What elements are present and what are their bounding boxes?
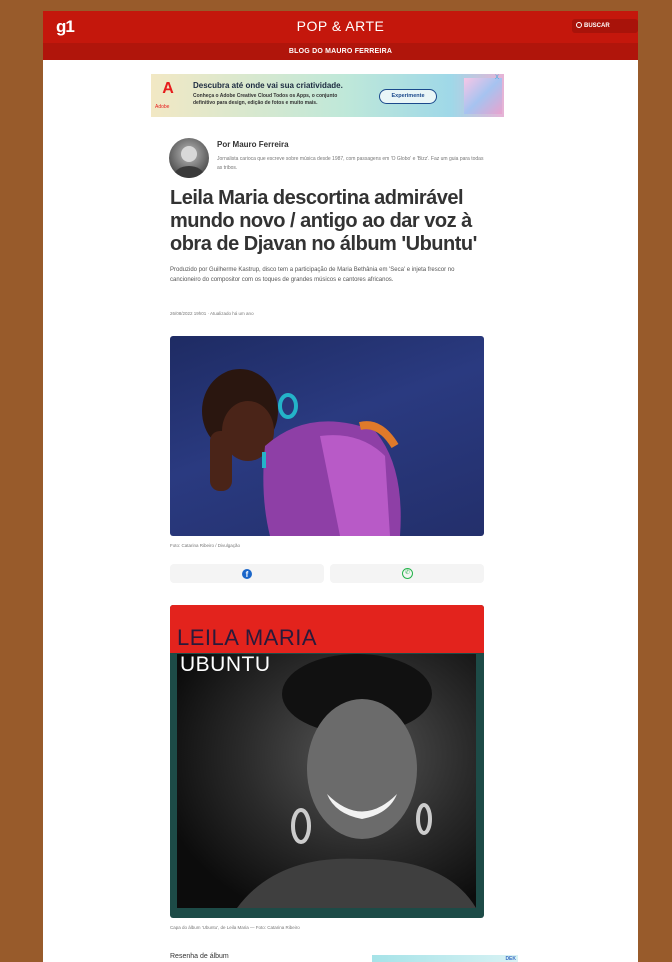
- search-button[interactable]: BUSCAR: [572, 19, 638, 33]
- adobe-ad-banner[interactable]: A Adobe Descubra até onde vai sua criati…: [151, 74, 504, 117]
- share-facebook-button[interactable]: f: [170, 564, 324, 583]
- article-photo[interactable]: [170, 336, 484, 536]
- cover-artist-name: LEILA MARIA: [177, 625, 318, 650]
- cover-portrait-illustration: [237, 654, 476, 908]
- article-dateline: 26/08/2022 19h01 · Atualizado há um ano: [170, 311, 254, 316]
- blog-name-bar[interactable]: BLOG DO MAURO FERREIRA: [43, 43, 638, 60]
- avatar-portrait: [174, 146, 204, 178]
- ad-title: Descubra até onde vai sua criatividade.: [193, 81, 343, 90]
- album-cover[interactable]: LEILA MARIA UBUNTU: [170, 605, 484, 918]
- whatsapp-icon: ✆: [402, 568, 413, 579]
- article-subtitle: Produzido por Guilherme Kastrup, disco t…: [170, 267, 455, 283]
- ad-cta-button[interactable]: Experimente: [379, 89, 437, 104]
- secondary-ad-banner[interactable]: DEK: [372, 955, 518, 962]
- cover-caption: Capa do álbum 'Ubuntu', de Leila Maria —…: [170, 925, 300, 930]
- share-whatsapp-button[interactable]: ✆: [330, 564, 484, 583]
- ad-artwork: [464, 78, 502, 114]
- cover-album-title: UBUNTU: [180, 653, 271, 676]
- cover-photo: [177, 654, 476, 908]
- review-label[interactable]: Resenha de álbum: [170, 953, 229, 960]
- section-title[interactable]: POP & ARTE: [43, 18, 638, 34]
- ad-close-icon[interactable]: X: [495, 75, 499, 81]
- facebook-icon: f: [242, 569, 252, 579]
- author-name[interactable]: Por Mauro Ferreira: [217, 140, 289, 149]
- page: g1 POP & ARTE BUSCAR BLOG DO MAURO FERRE…: [43, 11, 638, 962]
- author-avatar[interactable]: [169, 138, 209, 178]
- ad-brand: Adobe: [155, 104, 170, 110]
- search-icon: [576, 22, 582, 29]
- singer-photo-illustration: [202, 369, 401, 536]
- photo-caption: Foto: Catarina Ribeiro / Divulgação: [170, 543, 241, 548]
- article-headline: Leila Maria descortina admirável mundo n…: [170, 187, 477, 255]
- top-bar: g1 POP & ARTE BUSCAR: [43, 11, 638, 43]
- search-label: BUSCAR: [584, 23, 610, 29]
- ad-text: Conheça o Adobe Creative Cloud Todos os …: [193, 93, 338, 106]
- secondary-ad-label: DEK: [505, 956, 516, 962]
- author-bio: Jornalista carioca que escreve sobre mús…: [217, 156, 484, 171]
